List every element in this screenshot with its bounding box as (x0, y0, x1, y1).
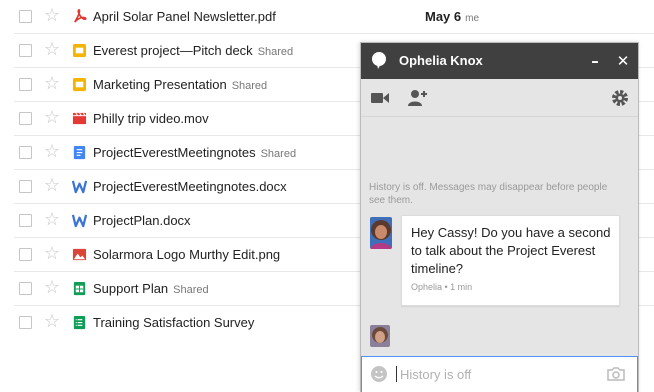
star-icon[interactable]: ☆ (42, 278, 62, 298)
message-meta: Ophelia • 1 min (411, 282, 473, 292)
file-row[interactable]: ☆ April Solar Panel Newsletter.pdf May 6… (0, 0, 654, 34)
message-text: Hey Cassy! Do you have a second to talk … (411, 225, 611, 276)
file-name[interactable]: Training Satisfaction Survey (93, 315, 254, 330)
file-name-wrap: Solarmora Logo Murthy Edit.png (93, 247, 285, 264)
chat-toolbar (361, 79, 638, 117)
minimize-button[interactable]: – (585, 51, 605, 71)
file-name[interactable]: Philly trip video.mov (93, 111, 209, 126)
file-name[interactable]: ProjectPlan.docx (93, 213, 191, 228)
file-name-wrap: Marketing Presentation Shared (93, 77, 267, 94)
row-checkbox[interactable] (19, 214, 32, 227)
typing-avatar (370, 325, 390, 347)
star-icon[interactable]: ☆ (42, 142, 62, 162)
input-placeholder: History is off (400, 367, 472, 382)
chat-message: Hey Cassy! Do you have a second to talk … (401, 215, 620, 306)
chat-window: Ophelia Knox – ✕ History is off. Message… (360, 42, 639, 392)
file-name-wrap: ProjectPlan.docx (93, 213, 196, 230)
slides-icon (72, 43, 87, 58)
pdf-icon (74, 9, 87, 23)
row-checkbox[interactable] (19, 78, 32, 91)
file-name-wrap: ProjectEverestMeetingnotes.docx (93, 179, 292, 196)
word-icon (72, 180, 87, 194)
forms-icon (73, 315, 86, 330)
row-checkbox[interactable] (19, 248, 32, 261)
emoji-icon[interactable] (370, 365, 388, 383)
star-icon[interactable]: ☆ (42, 312, 62, 332)
shared-label: Shared (260, 148, 297, 160)
avatar-image (370, 217, 392, 249)
file-name[interactable]: Solarmora Logo Murthy Edit.png (93, 247, 280, 262)
message-input[interactable]: History is off (361, 356, 638, 392)
docs-icon (73, 145, 86, 160)
text-caret (396, 366, 397, 382)
video-call-icon[interactable] (369, 87, 391, 109)
avatar-image (370, 325, 390, 347)
chat-contact-name: Ophelia Knox (399, 53, 483, 68)
star-icon[interactable]: ☆ (42, 108, 62, 128)
star-icon[interactable]: ☆ (42, 210, 62, 230)
star-icon[interactable]: ☆ (42, 74, 62, 94)
file-name-wrap: ProjectEverestMeetingnotes Shared (93, 145, 296, 162)
file-name[interactable]: ProjectEverestMeetingnotes (93, 145, 256, 160)
camera-icon[interactable] (606, 366, 626, 382)
avatar (370, 217, 392, 249)
history-off-notice: History is off. Messages may disappear b… (369, 182, 608, 206)
shared-label: Shared (257, 46, 294, 58)
close-button[interactable]: ✕ (613, 51, 633, 71)
row-checkbox[interactable] (19, 44, 32, 57)
chat-bubble-icon (372, 52, 386, 69)
star-icon[interactable]: ☆ (42, 244, 62, 264)
modified-by: me (465, 13, 480, 24)
modified-date-wrap: May 6 me (425, 9, 479, 27)
word-icon (72, 214, 87, 228)
star-icon[interactable]: ☆ (42, 176, 62, 196)
row-checkbox[interactable] (19, 316, 32, 329)
row-checkbox[interactable] (19, 112, 32, 125)
file-name-wrap: Everest project—Pitch deck Shared (93, 43, 293, 60)
file-name-wrap: Support Plan Shared (93, 281, 209, 298)
file-name[interactable]: Marketing Presentation (93, 77, 227, 92)
star-icon[interactable]: ☆ (42, 6, 62, 26)
file-name-wrap: Philly trip video.mov (93, 111, 214, 128)
file-name-wrap: April Solar Panel Newsletter.pdf (93, 9, 281, 26)
slides-icon (72, 77, 87, 92)
file-name[interactable]: Support Plan (93, 281, 168, 296)
shared-label: Shared (231, 80, 268, 92)
row-checkbox[interactable] (19, 10, 32, 23)
row-checkbox[interactable] (19, 180, 32, 193)
file-name[interactable]: ProjectEverestMeetingnotes.docx (93, 179, 287, 194)
file-name[interactable]: April Solar Panel Newsletter.pdf (93, 9, 276, 24)
image-icon (72, 248, 87, 261)
sheets-icon (73, 281, 86, 296)
video-icon (72, 112, 87, 125)
gear-icon[interactable] (609, 87, 631, 109)
chat-header[interactable]: Ophelia Knox – ✕ (361, 43, 638, 79)
file-name-wrap: Training Satisfaction Survey (93, 315, 259, 332)
modified-date: May 6 (425, 9, 462, 24)
shared-label: Shared (173, 284, 209, 296)
row-checkbox[interactable] (19, 282, 32, 295)
file-name[interactable]: Everest project—Pitch deck (93, 43, 253, 58)
add-person-icon[interactable] (406, 87, 428, 109)
row-checkbox[interactable] (19, 146, 32, 159)
star-icon[interactable]: ☆ (42, 40, 62, 60)
